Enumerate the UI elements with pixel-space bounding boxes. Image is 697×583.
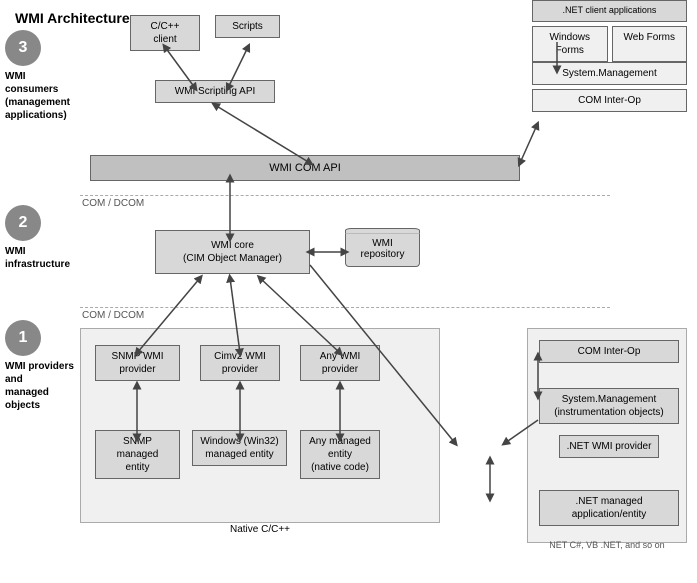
system-management-top: System.Management COM Inter-Op (532, 62, 687, 112)
any-provider-box: Any WMI provider (300, 345, 380, 381)
layer3-badge: 3 (5, 30, 41, 66)
snmp-provider-box: SNMP WMI provider (95, 345, 180, 381)
dotnet-wmi-provider: .NET WMI provider (559, 435, 659, 458)
layer1-text: WMI providersandmanagedobjects (5, 360, 75, 412)
dotnet-header: .NET client applications (532, 0, 687, 22)
windows-forms-box: Windows Forms (532, 26, 608, 62)
scripts-box: Scripts (215, 15, 280, 38)
cc-client-box: C/C++ client (130, 15, 200, 51)
dotnet-bottom-label: NET C#, VB .NET, and so on (527, 540, 687, 550)
any-managed-box: Any managed entity (native code) (300, 430, 380, 479)
layer3-label: 3 WMI consumers(managementapplications) (5, 30, 75, 122)
layer3-text: WMI consumers(managementapplications) (5, 70, 75, 122)
layer1-badge: 1 (5, 320, 41, 356)
wmi-repository: WMI repository (345, 228, 420, 267)
cimv2-provider-box: Cimv2 WMI provider (200, 345, 280, 381)
win32-managed-box: Windows (Win32) managed entity (192, 430, 287, 466)
com-interop-right: COM Inter-Op (539, 340, 679, 363)
comdcom-label1: COM / DCOM (82, 198, 144, 209)
comdcom-line2 (80, 307, 610, 308)
layer2-text: WMI infrastructure (5, 245, 75, 271)
layer2-badge: 2 (5, 205, 41, 241)
snmp-managed-box: SNMP managed entity (95, 430, 180, 479)
web-forms-box: Web Forms (612, 26, 688, 62)
com-api-box: WMI COM API (90, 155, 520, 181)
system-management-right: System.Management (instrumentation objec… (539, 388, 679, 424)
layer2-label: 2 WMI infrastructure (5, 205, 75, 271)
wmi-core-box: WMI core (CIM Object Manager) (155, 230, 310, 274)
comdcom-line1 (80, 195, 610, 196)
dotnet-top-section: .NET client applications Windows Forms W… (532, 0, 687, 62)
layer1-label: 1 WMI providersandmanagedobjects (5, 320, 75, 412)
native-label: Native C/C++ (80, 524, 440, 535)
comdcom-label2: COM / DCOM (82, 310, 144, 321)
scripting-api-box: WMI Scripting API (155, 80, 275, 103)
dotnet-managed-app: .NET managed application/entity (539, 490, 679, 526)
